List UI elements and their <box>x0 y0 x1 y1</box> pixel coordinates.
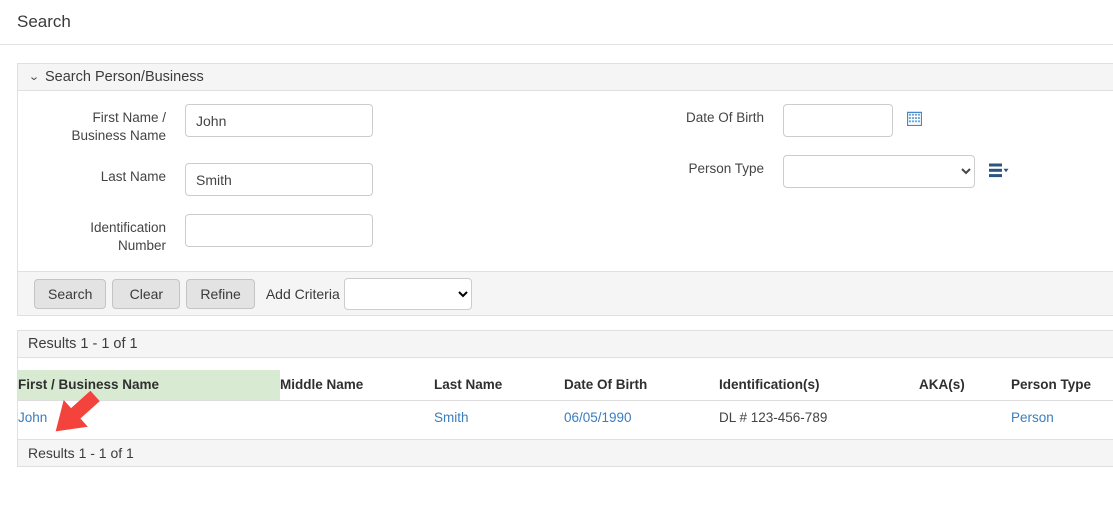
page-title: Search <box>17 12 1113 32</box>
panel-body: First Name / Business Name Last Name <box>18 91 1113 271</box>
cell-identifications: DL # 123-456-789 <box>719 401 919 440</box>
calendar-icon[interactable] <box>907 111 922 126</box>
refine-button[interactable]: Refine <box>186 279 254 309</box>
last-name-control <box>185 163 373 196</box>
first-name-label: First Name / Business Name <box>18 104 166 145</box>
column-header-person-type[interactable]: Person Type <box>1011 370 1113 401</box>
person-type-link[interactable]: Person <box>1011 410 1054 425</box>
column-header-akas[interactable]: AKA(s) <box>919 370 1011 401</box>
cell-person-type: Person <box>1011 401 1113 440</box>
person-type-label: Person Type <box>638 155 764 178</box>
results-table: First / Business Name Middle Name Last N… <box>18 370 1113 439</box>
last-name-input[interactable] <box>185 163 373 196</box>
panel-header[interactable]: ⌄ Search Person/Business <box>18 64 1113 91</box>
first-name-control <box>185 104 373 137</box>
person-type-control <box>783 155 1009 188</box>
field-row-identification-number: Identification Number <box>18 214 638 255</box>
identification-number-label: Identification Number <box>18 214 166 255</box>
identification-number-label-line1: Identification <box>18 219 166 237</box>
identification-number-input[interactable] <box>185 214 373 247</box>
cell-last-name: Smith <box>434 401 564 440</box>
identification-number-control <box>185 214 373 247</box>
column-header-first-business-name[interactable]: First / Business Name <box>18 370 280 401</box>
column-header-middle-name[interactable]: Middle Name <box>280 370 434 401</box>
panel-header-title: Search Person/Business <box>45 69 204 85</box>
date-of-birth-label: Date Of Birth <box>638 104 764 127</box>
cell-middle-name <box>280 401 434 440</box>
search-page: Search ⌄ Search Person/Business First Na… <box>0 0 1113 513</box>
form-column-left: First Name / Business Name Last Name <box>18 104 638 255</box>
person-type-select[interactable] <box>783 155 975 188</box>
search-button-bar: Search Clear Refine Add Criteria <box>17 272 1113 316</box>
page-title-bar: Search <box>0 0 1113 45</box>
field-row-date-of-birth: Date Of Birth <box>638 104 1113 137</box>
field-row-last-name: Last Name <box>18 163 638 196</box>
chevron-down-icon[interactable]: ⌄ <box>25 72 43 83</box>
form-column-right: Date Of Birth <box>638 104 1113 255</box>
first-business-name-link[interactable]: John <box>18 410 47 425</box>
table-row: John Smith 06/05/1990 DL # 123-456-789 P… <box>18 401 1113 440</box>
cell-date-of-birth: 06/05/1990 <box>564 401 719 440</box>
search-person-business-panel: ⌄ Search Person/Business First Name / Bu… <box>17 63 1113 272</box>
clear-button[interactable]: Clear <box>112 279 180 309</box>
last-name-link[interactable]: Smith <box>434 410 469 425</box>
filter-list-icon[interactable] <box>989 163 1009 178</box>
identification-number-label-line2: Number <box>18 237 166 255</box>
results-table-holder: First / Business Name Middle Name Last N… <box>18 358 1113 439</box>
results-panel: Results 1 - 1 of 1 First / Business Name… <box>17 330 1113 467</box>
column-header-last-name[interactable]: Last Name <box>434 370 564 401</box>
cell-akas <box>919 401 1011 440</box>
results-table-header-row: First / Business Name Middle Name Last N… <box>18 370 1113 401</box>
add-criteria-select[interactable] <box>344 278 472 310</box>
date-of-birth-input[interactable] <box>783 104 893 137</box>
first-name-label-line1: First Name / <box>18 109 166 127</box>
field-row-person-type: Person Type <box>638 155 1113 188</box>
date-of-birth-control <box>783 104 922 137</box>
first-name-label-line2: Business Name <box>18 127 166 145</box>
search-button[interactable]: Search <box>34 279 106 309</box>
column-header-date-of-birth[interactable]: Date Of Birth <box>564 370 719 401</box>
last-name-label: Last Name <box>18 163 166 186</box>
field-row-first-name: First Name / Business Name <box>18 104 638 145</box>
results-header: Results 1 - 1 of 1 <box>18 331 1113 358</box>
date-of-birth-link[interactable]: 06/05/1990 <box>564 410 632 425</box>
results-footer: Results 1 - 1 of 1 <box>18 439 1113 466</box>
first-name-input[interactable] <box>185 104 373 137</box>
column-header-identifications[interactable]: Identification(s) <box>719 370 919 401</box>
cell-first-business-name: John <box>18 401 280 440</box>
add-criteria-label: Add Criteria <box>266 286 340 302</box>
